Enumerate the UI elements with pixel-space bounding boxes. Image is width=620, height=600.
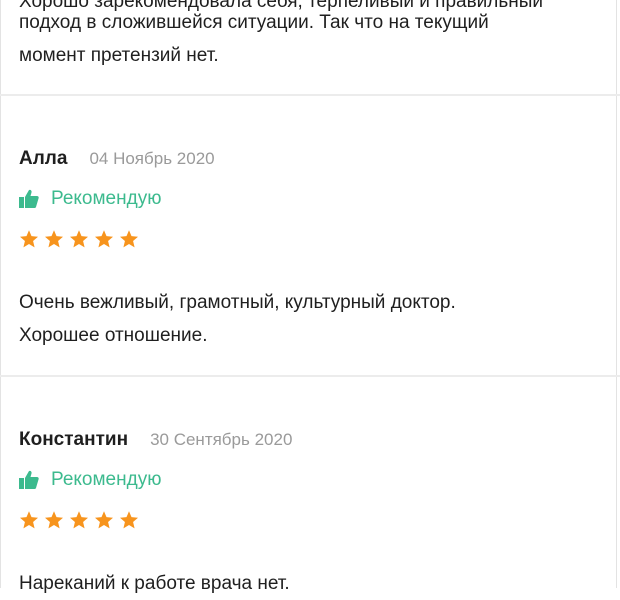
star-icon xyxy=(70,511,88,529)
review-header: Константин 30 Сентябрь 2020 xyxy=(19,429,292,451)
review-author: Алла xyxy=(19,148,68,169)
star-icon xyxy=(95,511,113,529)
review-text-line: Очень вежливый, грамотный, культурный до… xyxy=(19,292,456,313)
thumbs-up-icon xyxy=(19,189,39,208)
star-icon xyxy=(120,230,138,248)
review-text-line: подход в сложившейся ситуации. Так что н… xyxy=(19,12,489,33)
star-icon xyxy=(95,230,113,248)
recommend-badge: Рекомендую xyxy=(19,469,161,491)
review-card: Константин 30 Сентябрь 2020 Рекомендую Н… xyxy=(0,377,617,594)
star-icon xyxy=(120,511,138,529)
review-date: 30 Сентябрь 2020 xyxy=(150,430,293,449)
star-icon xyxy=(45,511,63,529)
recommend-label: Рекомендую xyxy=(51,469,162,490)
review-header: Алла 04 Ноябрь 2020 xyxy=(19,148,215,170)
thumbs-up-icon xyxy=(19,470,39,489)
recommend-badge: Рекомендую xyxy=(19,188,161,210)
rating-stars xyxy=(19,510,144,530)
star-icon xyxy=(45,230,63,248)
review-text-line: Хорошее отношение. xyxy=(19,325,208,346)
recommend-label: Рекомендую xyxy=(51,188,162,209)
review-card: Хорошо зарекомендовала себя, терпеливый … xyxy=(0,0,617,94)
star-icon xyxy=(20,230,38,248)
star-icon xyxy=(20,511,38,529)
star-icon xyxy=(70,230,88,248)
review-text-line: Нареканий к работе врача нет. xyxy=(19,573,290,594)
review-author: Константин xyxy=(19,429,129,450)
review-date: 04 Ноябрь 2020 xyxy=(89,149,215,168)
rating-stars xyxy=(19,229,144,249)
review-text-line: момент претензий нет. xyxy=(19,45,219,66)
review-card: Алла 04 Ноябрь 2020 Рекомендую Очень веж… xyxy=(0,96,617,375)
